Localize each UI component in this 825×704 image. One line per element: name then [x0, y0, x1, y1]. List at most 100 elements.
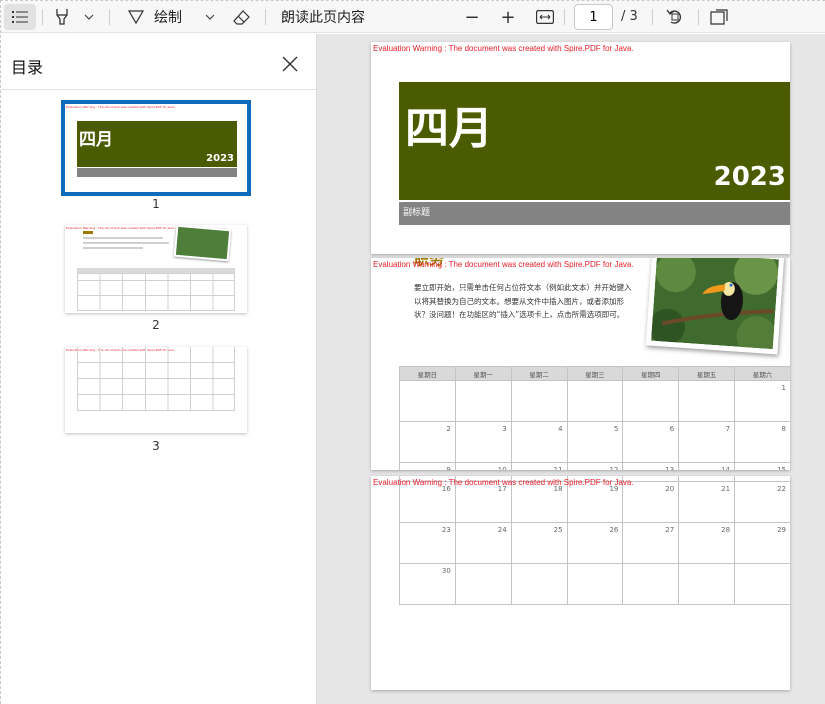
weekday-header: 星期六	[734, 366, 790, 381]
calendar-week-row: 2 3 4 5 6 7 8	[399, 421, 790, 463]
thumbnail-number: 1	[152, 197, 160, 211]
plus-icon: +	[500, 6, 516, 28]
calendar-day	[454, 380, 512, 422]
weekday-header: 星期日	[399, 366, 456, 381]
calendar-day: 15	[734, 462, 790, 470]
weekday-header: 星期五	[678, 366, 736, 381]
thumbnail-text-line	[83, 247, 143, 249]
draw-button[interactable]: 绘制	[123, 4, 207, 30]
contents-toggle-button[interactable]	[4, 4, 36, 30]
calendar-day: 16	[399, 481, 456, 523]
highlight-button[interactable]	[49, 4, 75, 30]
calendar-day: 17	[454, 481, 512, 523]
calendar-day	[566, 380, 624, 422]
calendar-day: 5	[566, 421, 624, 463]
calendar-day: 4	[510, 421, 568, 463]
calendar-day: 6	[622, 421, 680, 463]
page-number-input[interactable]	[574, 4, 613, 30]
thumbnail-photo-fill	[175, 226, 230, 260]
calendar-day	[678, 563, 736, 605]
thumbnail-eval-warning: Evaluation Warning : The document was cr…	[66, 226, 175, 230]
draw-options-dropdown[interactable]	[200, 4, 220, 30]
toolbar-separator	[42, 9, 43, 25]
thumbnail-calendar-grid	[77, 347, 235, 411]
document-page-1: Evaluation Warning : The document was cr…	[371, 42, 790, 254]
calendar-day: 19	[566, 481, 624, 523]
calendar-day	[454, 563, 512, 605]
thumbnail-month: 四月	[79, 130, 113, 150]
calendar-week-row: 9 10 11 12 13 14 15	[399, 462, 790, 470]
calendar-day: 11	[510, 462, 568, 470]
contents-panel: 目录 Evaluation Warning : The document was…	[1, 34, 317, 704]
thumbnail-text-line	[83, 237, 163, 239]
calendar-day: 27	[622, 522, 680, 564]
calendar-day: 8	[734, 421, 790, 463]
calendar-table: 9 10 11 12 13 14 15 16 17 18 19 20 21 22	[399, 476, 790, 605]
weekday-header-row: 星期日 星期一 星期二 星期三 星期四 星期五 星期六	[399, 366, 790, 381]
draw-label: 绘制	[154, 10, 182, 26]
document-viewer[interactable]: Evaluation Warning : The document was cr…	[317, 34, 825, 704]
eval-warning: Evaluation Warning : The document was cr…	[373, 478, 634, 487]
toolbar: 绘制 朗读此页内容 − + / 3	[1, 1, 825, 33]
calendar-day: 9	[399, 462, 456, 470]
fit-width-button[interactable]	[531, 4, 559, 30]
toolbar-separator	[265, 9, 266, 25]
calendar-week-row: 16 17 18 19 20 21 22	[399, 481, 790, 523]
calendar-day	[622, 380, 680, 422]
weekday-header: 星期一	[454, 366, 512, 381]
calendar-day: 14	[678, 462, 736, 470]
calendar-day: 21	[678, 481, 736, 523]
eraser-icon	[233, 9, 251, 25]
calendar-day	[510, 563, 568, 605]
list-icon	[12, 11, 28, 23]
panel-divider	[1, 89, 316, 90]
read-aloud-button[interactable]: 朗读此页内容	[277, 4, 371, 30]
close-panel-button[interactable]	[280, 54, 300, 74]
erase-button[interactable]	[229, 4, 255, 30]
calendar-day: 18	[510, 481, 568, 523]
weekday-header: 星期四	[622, 366, 680, 381]
calendar-week-row: 23 24 25 26 27 28 29	[399, 522, 790, 564]
calendar-day: 12	[566, 462, 624, 470]
calendar-day: 29	[734, 522, 790, 564]
weekday-header: 星期三	[566, 366, 624, 381]
calendar-week-row: 1	[399, 380, 790, 422]
calendar-day: 26	[566, 522, 624, 564]
calendar-day: 13	[622, 462, 680, 470]
zoom-in-button[interactable]: +	[495, 4, 521, 30]
toolbar-separator	[564, 9, 565, 25]
calendar-day: 25	[510, 522, 568, 564]
cover-month: 四月	[405, 103, 493, 154]
chevron-down-icon	[205, 14, 215, 20]
calendar-day	[622, 563, 680, 605]
page-thumbnail-1[interactable]: Evaluation Warning : The document was cr…	[61, 100, 251, 196]
toolbar-separator	[652, 9, 653, 25]
thumbnail-number: 3	[152, 439, 160, 453]
highlight-options-dropdown[interactable]	[79, 4, 99, 30]
thumbnail-eval-warning: Evaluation Warning : The document was cr…	[66, 105, 175, 109]
calendar-day: 22	[734, 481, 790, 523]
calendar-day	[678, 380, 736, 422]
calendar-day: 1	[734, 380, 790, 422]
thumbnail-number: 2	[152, 318, 160, 332]
page-view-button[interactable]	[705, 4, 733, 30]
calendar-day: 3	[454, 421, 512, 463]
page-total-label: / 3	[621, 9, 638, 24]
body-paragraph: 要立即开始，只需单击任何占位符文本（例如此文本）并开始键入以将其替换为自己的文本…	[414, 283, 632, 319]
rotate-button[interactable]	[661, 4, 689, 30]
fit-width-icon	[536, 10, 554, 24]
calendar-day: 24	[454, 522, 512, 564]
cover-subtitle: 副标题	[399, 202, 790, 225]
zoom-out-button[interactable]: −	[459, 4, 485, 30]
page-thumbnail-3[interactable]: Evaluation Warning : The document was cr…	[65, 347, 247, 433]
cover-year: 2023	[713, 162, 786, 192]
panel-title: 目录	[11, 58, 44, 77]
eval-warning: Evaluation Warning : The document was cr…	[373, 44, 634, 53]
toucan-photo	[645, 258, 785, 355]
calendar-day: 10	[454, 462, 512, 470]
page-thumbnail-2[interactable]: Evaluation Warning : The document was cr…	[65, 225, 247, 313]
calendar-table: 星期日 星期一 星期二 星期三 星期四 星期五 星期六 1 2 3 4 5 6 …	[399, 366, 790, 470]
calendar-day	[566, 563, 624, 605]
page-view-icon	[710, 9, 728, 25]
toolbar-separator	[698, 9, 699, 25]
